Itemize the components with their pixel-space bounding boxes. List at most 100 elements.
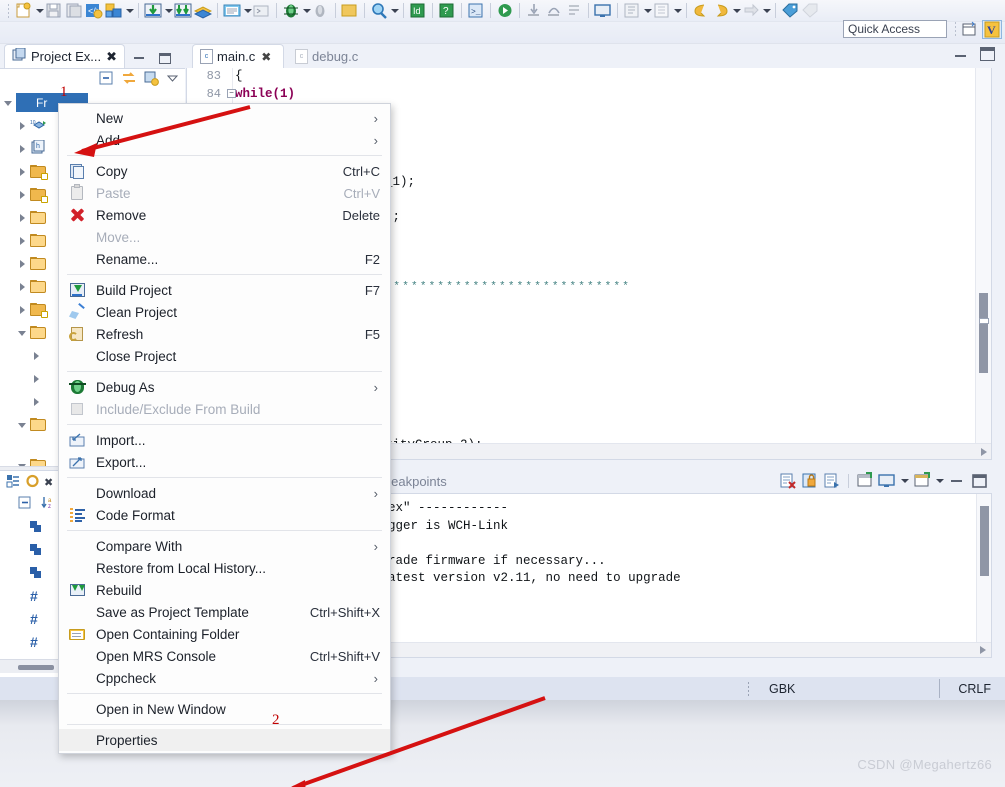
- menu-item-code-format[interactable]: Code Format: [59, 504, 390, 526]
- menu-item-open-mrs-console[interactable]: Open MRS Console Ctrl+Shift+V: [59, 645, 390, 667]
- forward-icon[interactable]: [712, 2, 730, 19]
- chevron-down-icon[interactable]: [900, 472, 909, 489]
- tab-project-explorer[interactable]: Project Ex... ✖: [4, 44, 125, 68]
- project-context-menu[interactable]: New › Add › Copy Ctrl+C Paste Ctrl+V Rem…: [58, 103, 391, 754]
- menu-item-rename[interactable]: Rename... F2: [59, 248, 390, 270]
- console-vscrollbar[interactable]: [976, 494, 991, 642]
- save-icon[interactable]: [45, 2, 63, 19]
- chevron-right-icon[interactable]: [16, 257, 29, 270]
- menu-item-open-in-new-window[interactable]: Open in New Window: [59, 698, 390, 720]
- search-dropdown-arrow[interactable]: [389, 2, 399, 19]
- open-folder-icon[interactable]: [223, 2, 241, 19]
- chevron-right-icon[interactable]: [16, 119, 29, 132]
- download-dropdown-arrow[interactable]: [163, 2, 173, 19]
- maximize-project-explorer-button[interactable]: [158, 52, 172, 64]
- lock-scroll-icon[interactable]: [801, 472, 819, 489]
- menu-item-restore-from-local-history[interactable]: Restore from Local History...: [59, 557, 390, 579]
- debug-dropdown-arrow[interactable]: [301, 2, 311, 19]
- clear-console-icon[interactable]: [779, 472, 797, 489]
- scrollbar-thumb[interactable]: [18, 665, 54, 670]
- view-menu-icon[interactable]: [144, 71, 159, 89]
- outline-item[interactable]: #: [0, 607, 60, 630]
- menu-item-copy[interactable]: Copy Ctrl+C: [59, 160, 390, 182]
- outline-item[interactable]: #: [0, 584, 60, 607]
- menu-item-debug-as[interactable]: Debug As ›: [59, 376, 390, 398]
- sort-az-icon[interactable]: az: [41, 495, 57, 513]
- tab-main-c[interactable]: c main.c ✖: [192, 44, 284, 68]
- forward-dropdown-arrow[interactable]: [731, 2, 741, 19]
- outline-hscrollbar[interactable]: [0, 659, 60, 673]
- open-console-icon[interactable]: [913, 472, 931, 489]
- menu-item-compare-with[interactable]: Compare With ›: [59, 535, 390, 557]
- run-icon[interactable]: [496, 2, 514, 19]
- tab-debug-c[interactable]: c debug.c: [288, 44, 373, 68]
- outline-item[interactable]: [0, 515, 60, 538]
- chevron-down-icon[interactable]: [166, 72, 179, 88]
- menu-item-properties[interactable]: Properties: [59, 729, 390, 751]
- collapse-all-icon[interactable]: [18, 496, 33, 513]
- menu-item-save-as-project-template[interactable]: Save as Project Template Ctrl+Shift+X: [59, 601, 390, 623]
- scroll-right-arrow-icon[interactable]: [981, 448, 987, 456]
- open-folder-dropdown-arrow[interactable]: [242, 2, 252, 19]
- menu-item-import[interactable]: Import...: [59, 429, 390, 451]
- menu-item-refresh[interactable]: Refresh F5: [59, 323, 390, 345]
- chevron-right-icon[interactable]: [16, 211, 29, 224]
- display-console-icon[interactable]: [878, 472, 896, 489]
- outline-item[interactable]: #: [0, 630, 60, 653]
- build-configure-icon[interactable]: </>: [85, 2, 103, 19]
- status-grip[interactable]: [747, 681, 751, 696]
- menu-item-open-containing-folder[interactable]: Open Containing Folder: [59, 623, 390, 645]
- monitor-icon[interactable]: [594, 2, 612, 19]
- toolbar-grip[interactable]: [7, 2, 11, 19]
- build-all-icon[interactable]: [105, 2, 123, 19]
- code-fold-marker[interactable]: −: [227, 89, 236, 98]
- close-icon[interactable]: ✖: [44, 476, 53, 489]
- close-icon[interactable]: ✖: [106, 49, 117, 65]
- scroll-right-arrow-icon[interactable]: [980, 646, 986, 654]
- minimize-console-button[interactable]: [948, 472, 966, 489]
- menu-item-export[interactable]: Export...: [59, 451, 390, 473]
- menu-item-download[interactable]: Download ›: [59, 482, 390, 504]
- menu-item-add[interactable]: Add ›: [59, 129, 390, 151]
- menu-item-cppcheck[interactable]: Cppcheck ›: [59, 667, 390, 689]
- tag-icon[interactable]: [781, 2, 799, 19]
- scrollbar-thumb[interactable]: [980, 506, 989, 576]
- chevron-right-icon[interactable]: [30, 349, 43, 362]
- chevron-right-icon[interactable]: [30, 395, 43, 408]
- link-with-editor-icon[interactable]: [121, 71, 137, 89]
- pin-console-icon[interactable]: [856, 472, 874, 489]
- tag2-icon[interactable]: [801, 2, 819, 19]
- menu-item-new[interactable]: New ›: [59, 107, 390, 129]
- next-dropdown-arrow[interactable]: [761, 2, 771, 19]
- chevron-down-icon[interactable]: [16, 326, 29, 339]
- debug-bug-icon[interactable]: [282, 2, 300, 19]
- step-into-icon[interactable]: [525, 2, 543, 19]
- outline-icon[interactable]: [6, 474, 21, 491]
- make-target-icon[interactable]: [26, 474, 39, 491]
- chevron-down-icon[interactable]: [16, 459, 29, 466]
- scrollbar-thumb[interactable]: [979, 293, 988, 373]
- outline-item[interactable]: [0, 538, 60, 561]
- show-console-icon[interactable]: [823, 472, 841, 489]
- chevron-right-icon[interactable]: [16, 303, 29, 316]
- id-icon[interactable]: Id: [409, 2, 427, 19]
- terminal-icon[interactable]: [253, 2, 271, 19]
- minimize-editor-button[interactable]: [953, 49, 969, 63]
- menu-item-clean-project[interactable]: Clean Project: [59, 301, 390, 323]
- save-all-icon[interactable]: [65, 2, 83, 19]
- list-icon[interactable]: [653, 2, 671, 19]
- new-file-dropdown-arrow[interactable]: [34, 2, 44, 19]
- multi-download-icon[interactable]: [174, 2, 192, 19]
- maximize-console-button[interactable]: [970, 472, 988, 489]
- next-icon[interactable]: [742, 2, 760, 19]
- close-icon[interactable]: ✖: [261, 50, 271, 64]
- quick-access-grip[interactable]: [954, 21, 958, 37]
- menu-item-remove[interactable]: Remove Delete: [59, 204, 390, 226]
- maximize-editor-button[interactable]: [980, 47, 995, 61]
- menu-item-build-project[interactable]: Build Project F7: [59, 279, 390, 301]
- chevron-down-icon[interactable]: [16, 418, 29, 431]
- outline-dropdown-arrow[interactable]: [642, 2, 652, 19]
- open-perspective-icon[interactable]: [961, 21, 979, 38]
- menu-item-rebuild[interactable]: Rebuild: [59, 579, 390, 601]
- chevron-down-icon[interactable]: [935, 472, 944, 489]
